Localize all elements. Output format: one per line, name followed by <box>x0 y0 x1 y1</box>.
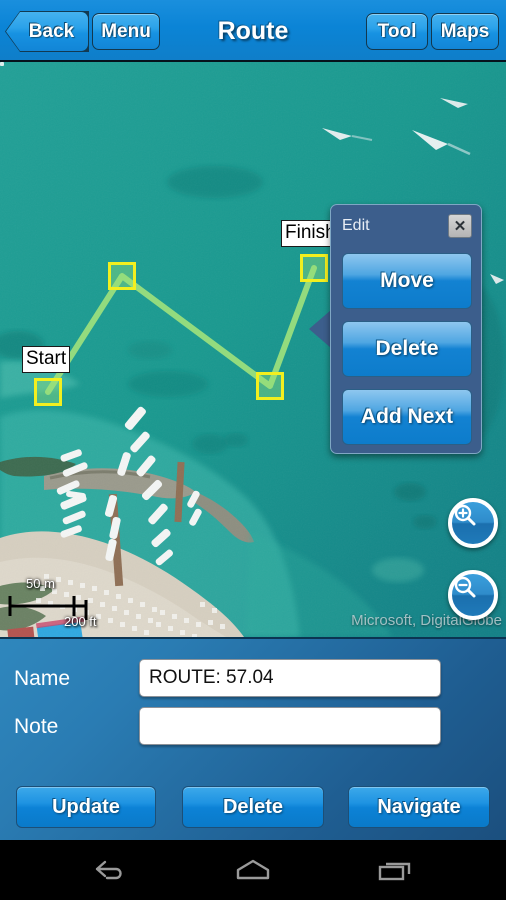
zoom-out-button[interactable] <box>448 570 498 620</box>
edit-popup: Edit ✕ Move Delete Add Next <box>330 204 482 454</box>
navigate-button[interactable]: Navigate <box>348 786 490 828</box>
waypoint-2[interactable] <box>108 262 136 290</box>
waypoint-finish[interactable] <box>300 254 328 282</box>
name-input-value: ROUTE: 57.04 <box>149 667 274 688</box>
tool-button[interactable]: Tool <box>366 13 428 50</box>
tool-button-label: Tool <box>377 20 417 42</box>
android-home-button[interactable] <box>203 840 303 900</box>
android-home-icon <box>236 859 270 880</box>
scale-bar: 50 m 200 ft <box>8 574 128 634</box>
start-label: Start <box>22 346 71 373</box>
add-next-button-label: Add Next <box>360 405 454 428</box>
close-icon-glyph: ✕ <box>453 217 467 235</box>
add-next-button[interactable]: Add Next <box>342 389 472 445</box>
move-button-label: Move <box>380 269 434 292</box>
android-back-icon <box>95 860 122 880</box>
zoom-in-button[interactable] <box>448 498 498 548</box>
android-recents-button[interactable] <box>345 840 445 900</box>
maps-button[interactable]: Maps <box>431 13 499 50</box>
title-bar: Back Menu Route Tool Maps <box>0 0 506 62</box>
waypoint-3[interactable] <box>256 372 284 400</box>
edit-popup-pointer <box>309 310 331 348</box>
menu-button[interactable]: Menu <box>92 13 160 50</box>
menu-button-label: Menu <box>101 20 151 42</box>
delete-waypoint-button-label: Delete <box>375 337 439 360</box>
delete-waypoint-button[interactable]: Delete <box>342 321 472 377</box>
android-recents-icon <box>378 862 411 881</box>
route-details-form: Name ROUTE: 57.04 Note Update Delete Nav… <box>0 637 506 840</box>
finish-label: Finish <box>281 220 333 247</box>
name-row: Name ROUTE: 57.04 <box>0 659 506 699</box>
magnifier-plus-icon <box>454 504 476 526</box>
back-button[interactable]: Back <box>5 11 89 52</box>
scale-imperial-label: 200 ft <box>64 614 97 629</box>
app-root: Back Menu Route Tool Maps Start Finish 5… <box>0 0 506 900</box>
back-button-label-wrap[interactable]: Back <box>6 12 88 51</box>
update-button-label: Update <box>52 795 120 818</box>
name-input[interactable]: ROUTE: 57.04 <box>139 659 441 697</box>
waypoint-start[interactable] <box>34 378 62 406</box>
name-label: Name <box>14 667 71 690</box>
back-button-label: Back <box>28 20 75 42</box>
update-button[interactable]: Update <box>16 786 156 828</box>
close-icon[interactable]: ✕ <box>448 214 472 238</box>
delete-route-button-label: Delete <box>222 795 284 818</box>
android-back-button[interactable] <box>60 840 160 900</box>
move-button[interactable]: Move <box>342 253 472 309</box>
maps-button-label: Maps <box>440 20 490 42</box>
scale-metric-label: 50 m <box>26 576 55 591</box>
note-label: Note <box>14 715 59 738</box>
navigate-button-label: Navigate <box>377 795 461 818</box>
note-input[interactable] <box>139 707 441 745</box>
edit-popup-title: Edit <box>342 217 370 234</box>
note-row: Note <box>0 707 506 747</box>
android-navigation-bar <box>0 840 506 900</box>
map-canvas[interactable]: Start Finish 50 m 200 ft Microsoft, Digi… <box>0 62 506 637</box>
magnifier-minus-icon <box>454 576 476 598</box>
delete-route-button[interactable]: Delete <box>182 786 324 828</box>
